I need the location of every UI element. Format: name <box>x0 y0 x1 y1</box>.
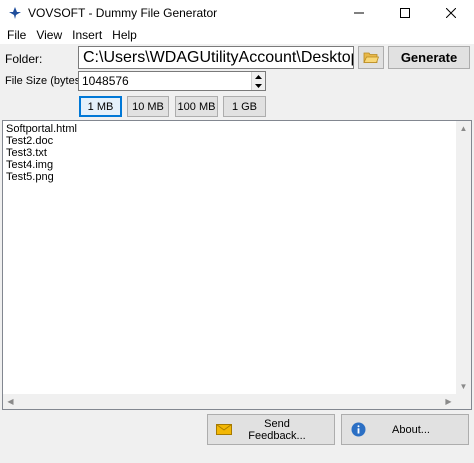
close-button[interactable] <box>428 0 474 26</box>
envelope-icon <box>214 424 234 435</box>
list-item[interactable]: Test5.png <box>6 171 77 183</box>
file-size-label: File Size (bytes): <box>5 75 87 87</box>
window-title: VOVSOFT - Dummy File Generator <box>28 6 218 20</box>
spin-up-button[interactable] <box>252 72 265 81</box>
menu-insert[interactable]: Insert <box>67 28 107 42</box>
caret-down-icon <box>255 83 262 88</box>
send-feedback-button[interactable]: Send Feedback... <box>207 414 335 445</box>
maximize-button[interactable] <box>382 0 428 26</box>
close-icon <box>446 8 456 18</box>
about-button[interactable]: About... <box>341 414 469 445</box>
preset-10mb-button[interactable]: 10 MB <box>127 96 169 117</box>
scroll-right-icon[interactable]: ▶ <box>441 394 456 409</box>
info-icon <box>348 422 368 437</box>
scroll-corner <box>456 394 471 409</box>
browse-folder-button[interactable] <box>358 46 384 69</box>
app-icon <box>8 6 22 20</box>
list-item[interactable]: Test4.img <box>6 159 77 171</box>
menu-help[interactable]: Help <box>107 28 142 42</box>
scroll-left-icon[interactable]: ◀ <box>3 394 18 409</box>
menu-bar: File View Insert Help <box>0 26 474 44</box>
list-item[interactable]: Softportal.html <box>6 123 77 135</box>
status-bar <box>0 449 474 463</box>
spin-down-button[interactable] <box>252 81 265 90</box>
file-list[interactable]: Softportal.html Test2.doc Test3.txt Test… <box>2 120 472 410</box>
menu-view[interactable]: View <box>31 28 67 42</box>
folder-input[interactable]: C:\Users\WDAGUtilityAccount\Desktop <box>78 46 354 69</box>
file-size-stepper[interactable]: 1048576 <box>78 71 266 91</box>
file-list-items: Softportal.html Test2.doc Test3.txt Test… <box>6 123 77 183</box>
file-size-spinner <box>251 72 265 90</box>
preset-100mb-button[interactable]: 100 MB <box>175 96 218 117</box>
generate-button[interactable]: Generate <box>388 46 470 69</box>
about-label: About... <box>392 423 430 436</box>
caret-up-icon <box>255 74 262 79</box>
folder-open-icon <box>363 52 379 63</box>
title-bar: VOVSOFT - Dummy File Generator <box>0 0 474 26</box>
list-item[interactable]: Test3.txt <box>6 147 77 159</box>
minimize-icon <box>354 12 364 14</box>
vertical-scrollbar[interactable]: ▲ ▼ <box>456 121 471 394</box>
file-size-value[interactable]: 1048576 <box>79 74 251 88</box>
menu-file[interactable]: File <box>2 28 31 42</box>
maximize-icon <box>400 8 410 18</box>
window-controls <box>336 0 474 26</box>
send-feedback-label: Send Feedback... <box>248 417 306 442</box>
list-item[interactable]: Test2.doc <box>6 135 77 147</box>
preset-1gb-button[interactable]: 1 GB <box>223 96 266 117</box>
scroll-up-icon[interactable]: ▲ <box>456 121 471 136</box>
horizontal-scrollbar[interactable]: ◀ ▶ <box>3 394 456 409</box>
preset-1mb-button[interactable]: 1 MB <box>79 96 122 117</box>
minimize-button[interactable] <box>336 0 382 26</box>
scroll-down-icon[interactable]: ▼ <box>456 379 471 394</box>
folder-label: Folder: <box>5 52 43 66</box>
